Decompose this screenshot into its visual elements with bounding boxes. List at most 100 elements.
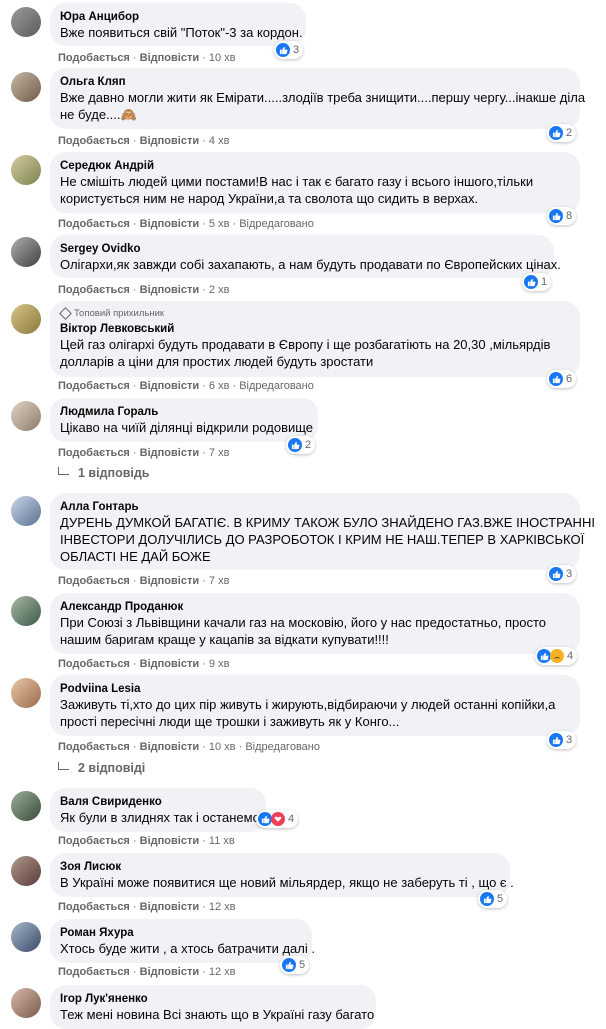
reply-link[interactable]: Відповісти (140, 575, 199, 587)
reply-link[interactable]: Відповісти (140, 835, 199, 847)
avatar[interactable] (11, 304, 41, 334)
avatar[interactable] (11, 791, 41, 821)
comment-actions: Подобається · Відповісти · 4 хв (58, 135, 229, 148)
reaction-count[interactable]: 2 (547, 124, 577, 142)
reply-link[interactable]: Відповісти (140, 135, 199, 147)
reaction-count[interactable]: 8 (547, 207, 577, 225)
reply-link[interactable]: Відповісти (140, 218, 199, 230)
like-link[interactable]: Подобається (58, 218, 130, 230)
comment-text: Цей газ олігархі будуть продавати в Євро… (60, 337, 551, 352)
comment-bubble: Зоя Лисюк В Україні може появитися ще но… (50, 853, 514, 897)
avatar[interactable] (11, 922, 41, 952)
comment-time[interactable]: 9 хв (209, 658, 230, 670)
avatar[interactable] (11, 678, 41, 708)
like-icon (480, 892, 494, 906)
comment-author[interactable]: Зоя Лисюк (60, 860, 500, 874)
like-link[interactable]: Подобається (58, 380, 130, 392)
avatar[interactable] (11, 856, 41, 886)
avatar[interactable] (11, 988, 41, 1018)
reply-link[interactable]: Відповісти (140, 447, 199, 459)
like-link[interactable]: Подобається (58, 901, 130, 913)
comment-time[interactable]: 11 хв (209, 835, 235, 847)
comment-author[interactable]: Ігор Лук'яненко (60, 992, 366, 1006)
comment-bubble: Юра Анцибор Вже появиться свій "Поток"-3… (50, 3, 306, 46)
comment-author[interactable]: Sergey Ovidko (60, 242, 544, 256)
reaction-count[interactable]: 3 (274, 41, 304, 59)
reply-link[interactable]: Відповісти (140, 901, 199, 913)
reply-link[interactable]: Відповісти (140, 380, 199, 392)
reaction-count[interactable]: 5 (478, 890, 508, 908)
reaction-number: 5 (497, 893, 504, 905)
avatar[interactable] (11, 496, 41, 526)
view-replies-link[interactable]: 1 відповідь (58, 466, 149, 480)
comment-time[interactable]: 12 хв (209, 966, 236, 978)
reply-arrow-icon (58, 467, 69, 475)
reaction-count[interactable]: 4 (256, 810, 299, 828)
comment-author[interactable]: Середюк Андрій (60, 159, 570, 173)
like-link[interactable]: Подобається (58, 966, 130, 978)
separator: · (132, 658, 137, 670)
reply-link[interactable]: Відповісти (140, 52, 199, 64)
reaction-count[interactable]: 1 (522, 273, 552, 291)
comment-time[interactable]: 7 хв (209, 447, 230, 459)
separator: · (132, 447, 137, 459)
reaction-count[interactable]: 3 (547, 731, 577, 749)
comment-actions: Подобається · Відповісти · 5 хв · Відред… (58, 218, 314, 231)
reply-link[interactable]: Відповісти (140, 966, 199, 978)
reply-link[interactable]: Відповісти (140, 284, 199, 296)
comment-author[interactable]: Валя Свириденко (60, 795, 256, 809)
avatar[interactable] (11, 401, 41, 431)
like-link[interactable]: Подобається (58, 575, 130, 587)
like-link[interactable]: Подобається (58, 52, 130, 64)
like-link[interactable]: Подобається (58, 284, 130, 296)
reply-link[interactable]: Відповісти (140, 658, 199, 670)
comment-text: користується ним не народ України,а та с… (60, 191, 479, 206)
comment-time[interactable]: 10 хв (209, 741, 236, 753)
like-icon (549, 567, 563, 581)
comment-author[interactable]: Юра Анцибор (60, 10, 296, 24)
separator: · (132, 135, 137, 147)
comment-bubble: Podviina Lesia Заживуть ті,хто до цих пі… (50, 675, 580, 736)
reaction-count[interactable]: 2 (286, 436, 316, 454)
separator: · (132, 901, 137, 913)
avatar[interactable] (11, 7, 41, 37)
reaction-count[interactable]: 4 (535, 647, 578, 665)
reaction-number: 1 (541, 276, 548, 288)
comment-actions: Подобається · Відповісти · 11 хв (58, 835, 235, 848)
comment-time[interactable]: 5 хв (209, 218, 230, 230)
avatar[interactable] (11, 72, 41, 102)
like-link[interactable]: Подобається (58, 835, 130, 847)
reaction-count[interactable]: 5 (280, 956, 310, 974)
reaction-count[interactable]: 6 (547, 370, 577, 388)
comment-author[interactable]: Ольга Кляп (60, 75, 570, 89)
comment-author[interactable]: Роман Яхура (60, 926, 302, 940)
comment-author[interactable]: Podviina Lesia (60, 682, 570, 696)
reaction-count[interactable]: 3 (547, 565, 577, 583)
like-link[interactable]: Подобається (58, 741, 130, 753)
like-link[interactable]: Подобається (58, 135, 130, 147)
separator: · (132, 380, 137, 392)
avatar[interactable] (11, 155, 41, 185)
comment-text: не буде....🙈 (60, 107, 137, 122)
view-replies-link[interactable]: 2 відповіді (58, 761, 145, 775)
comment-time[interactable]: 10 хв (209, 52, 236, 64)
like-link[interactable]: Подобається (58, 658, 130, 670)
comment-time[interactable]: 7 хв (209, 575, 230, 587)
comment-time[interactable]: 6 хв (209, 380, 230, 392)
like-link[interactable]: Подобається (58, 447, 130, 459)
comment-author[interactable]: Александр Проданюк (60, 600, 570, 614)
comment-text: Вже появиться свій "Поток"-3 за кордон. (60, 25, 303, 40)
comment-author[interactable]: Алла Гонтарь (60, 500, 570, 514)
comment-author[interactable]: Віктор Левковський (60, 322, 570, 336)
avatar[interactable] (11, 237, 41, 267)
comment-text: При Союзі з Львівщини качали газ на моск… (60, 615, 546, 630)
separator: · (238, 741, 243, 753)
comment-time[interactable]: 2 хв (209, 284, 230, 296)
avatar[interactable] (11, 596, 41, 626)
comment-author[interactable]: Людмила Гораль (60, 405, 308, 419)
comment-time[interactable]: 4 хв (209, 135, 230, 147)
comment-time[interactable]: 12 хв (209, 901, 236, 913)
badge-label: Топовий прихильник (74, 308, 165, 319)
reply-link[interactable]: Відповісти (140, 741, 199, 753)
comment-text: Вже давно могли жити як Емірати.....злод… (60, 90, 586, 105)
